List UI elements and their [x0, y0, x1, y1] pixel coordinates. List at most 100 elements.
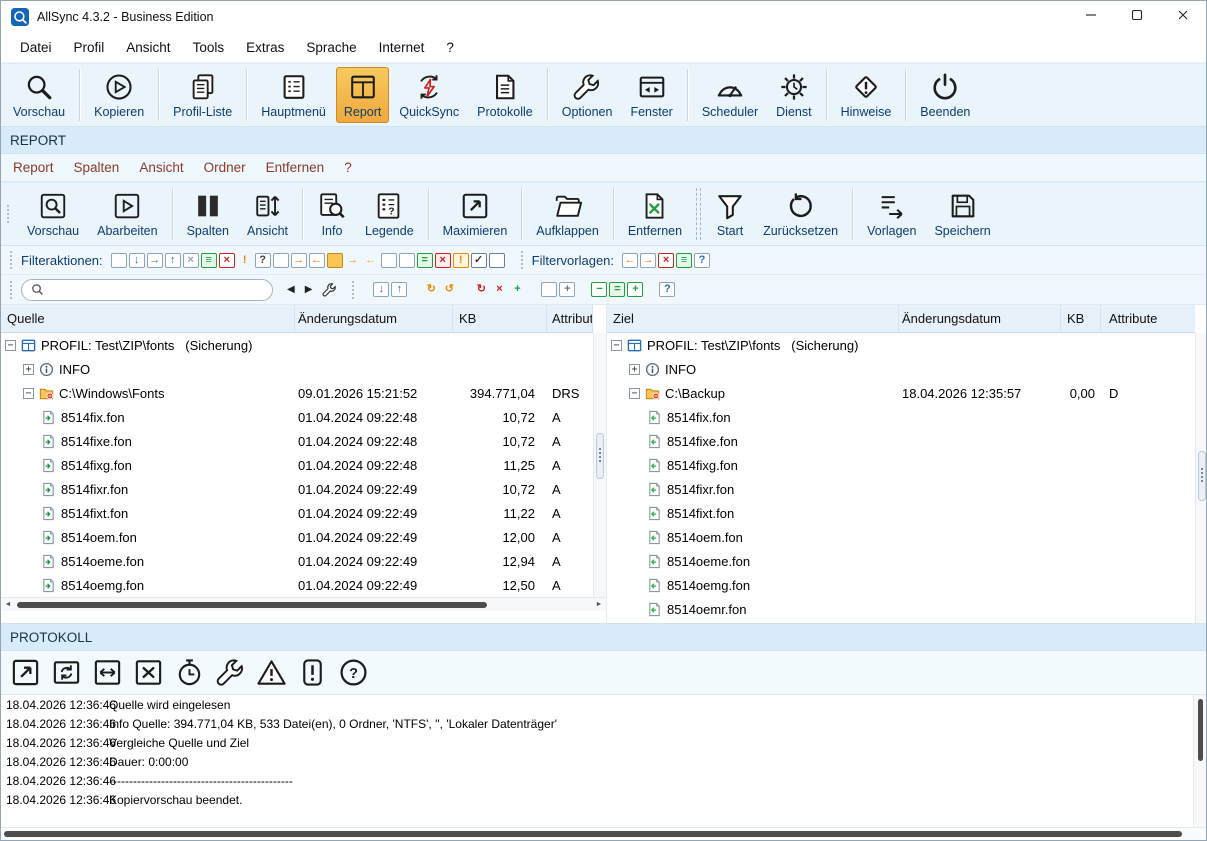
errors-button[interactable]: [297, 657, 328, 688]
frame-next-icon[interactable]: →: [291, 253, 307, 268]
tree-row[interactable]: 8514fixt.fon01.04.2024 09:22:4911,22A: [1, 501, 593, 525]
report-menu-item[interactable]: ?: [334, 156, 362, 179]
filter-warning-icon[interactable]: !: [237, 253, 253, 268]
abarbeiten-button[interactable]: Abarbeiten: [89, 186, 165, 242]
menu-item-sprache[interactable]: Sprache: [295, 36, 367, 59]
report-menu-ordner[interactable]: Ordner: [194, 156, 256, 179]
menu-item-extras[interactable]: Extras: [235, 36, 295, 59]
maximieren-button[interactable]: Maximieren: [435, 186, 516, 242]
report-menu-report[interactable]: Report: [3, 156, 64, 179]
template-excel-icon[interactable]: ≡: [676, 253, 692, 268]
arrow-revert-icon[interactable]: ←: [363, 253, 379, 268]
collapse-toggle[interactable]: −: [629, 388, 640, 399]
tree-row[interactable]: 8514oemg.fon01.04.2024 09:22:4912,50A: [1, 573, 593, 597]
maximize-button[interactable]: [1114, 1, 1160, 33]
hauptmenü-button[interactable]: Hauptmenü: [253, 67, 334, 123]
tree-row[interactable]: 8514fixr.fon: [607, 477, 1195, 501]
column-header-quelle[interactable]: Quelle: [1, 305, 295, 332]
source-horizontal-scrollbar[interactable]: ◄ ►: [1, 597, 606, 611]
menu-item-datei[interactable]: Datei: [9, 36, 63, 59]
frame-empty-icon[interactable]: [273, 253, 289, 268]
frame-outline-icon[interactable]: [381, 253, 397, 268]
tree-row[interactable]: 8514fixg.fon01.04.2024 09:22:4811,25A: [1, 453, 593, 477]
scrollbar-thumb[interactable]: [596, 433, 604, 479]
tree-row[interactable]: 8514oemr.fon: [607, 597, 1195, 621]
drag-grip[interactable]: [352, 281, 355, 299]
mark-error-icon[interactable]: ×: [491, 282, 507, 297]
equal-hide-icon[interactable]: −: [591, 282, 607, 297]
ansicht-button[interactable]: Ansicht: [239, 186, 296, 242]
tree-row[interactable]: +INFO: [1, 357, 593, 381]
entfernen-button[interactable]: Entfernen: [620, 186, 690, 242]
aufklappen-button[interactable]: Aufklappen: [528, 186, 607, 242]
report-menu-entfernen[interactable]: Entfernen: [256, 156, 335, 179]
column-header-attribute[interactable]: Attribute: [1101, 305, 1195, 332]
scroll-left-arrow-icon[interactable]: ◄: [1, 601, 15, 608]
template-load-icon[interactable]: ←: [622, 253, 638, 268]
source-vertical-scrollbar[interactable]: [593, 333, 606, 597]
report-button[interactable]: Report: [336, 67, 390, 123]
collapse-toggle[interactable]: −: [611, 340, 622, 351]
column-header-ziel[interactable]: Ziel: [607, 305, 899, 332]
minimize-button[interactable]: [1068, 1, 1114, 33]
switch-view-button[interactable]: [51, 657, 82, 688]
menu-item-item[interactable]: ?: [435, 36, 465, 59]
search-back-icon[interactable]: ◀: [282, 284, 300, 295]
tree-row[interactable]: 8514oem.fon: [607, 525, 1195, 549]
tree-row[interactable]: 8514fix.fon: [607, 405, 1195, 429]
mark-redo-icon[interactable]: ↻: [473, 282, 489, 297]
log-vertical-scrollbar[interactable]: [1193, 695, 1206, 827]
vorschau-button[interactable]: Vorschau: [5, 67, 73, 123]
column-header-änderungsdatum[interactable]: Änderungsdatum: [295, 305, 453, 332]
collapse-toggle[interactable]: −: [23, 388, 34, 399]
alert-orange-icon[interactable]: !: [453, 253, 469, 268]
quicksync-button[interactable]: QuickSync: [391, 67, 467, 123]
log-options-button[interactable]: [215, 657, 246, 688]
search-input[interactable]: [50, 283, 263, 297]
search-help-icon[interactable]: ?: [659, 282, 675, 297]
legende-button[interactable]: ?Legende: [357, 186, 422, 242]
drag-grip[interactable]: [10, 281, 13, 299]
menu-item-profil[interactable]: Profil: [63, 36, 116, 59]
mark-add-icon[interactable]: +: [509, 282, 525, 297]
close-button[interactable]: [1160, 1, 1206, 33]
tree-row[interactable]: 8514oemg.fon: [607, 573, 1195, 597]
jump-prev-icon[interactable]: ↺: [441, 282, 457, 297]
log-horizontal-scrollbar[interactable]: [1, 827, 1206, 840]
report-menu-spalten[interactable]: Spalten: [64, 156, 130, 179]
zurücksetzen-button[interactable]: Zurücksetzen: [755, 186, 846, 242]
search-box[interactable]: [21, 279, 273, 301]
equal-show-icon[interactable]: =: [609, 282, 625, 297]
dienst-button[interactable]: Dienst: [768, 67, 819, 123]
vorschau-button[interactable]: Vorschau: [19, 186, 87, 242]
filter-folder-icon[interactable]: [327, 253, 343, 268]
tree-row[interactable]: 8514fixe.fon: [607, 429, 1195, 453]
doc-single-icon[interactable]: [541, 282, 557, 297]
tree-row[interactable]: 8514fixe.fon01.04.2024 09:22:4810,72A: [1, 429, 593, 453]
column-header-attribute[interactable]: Attribute: [547, 305, 593, 332]
scroll-right-arrow-icon[interactable]: ►: [592, 601, 606, 608]
frame-prev-icon[interactable]: ←: [309, 253, 325, 268]
equal-copy-icon[interactable]: +: [627, 282, 643, 297]
menu-item-tools[interactable]: Tools: [182, 36, 236, 59]
checkbox-checked-icon[interactable]: ✓: [471, 253, 487, 268]
equals-green-icon[interactable]: =: [417, 253, 433, 268]
scrollbar-thumb[interactable]: [4, 831, 1182, 837]
filter-help-icon[interactable]: ?: [255, 253, 271, 268]
tree-row[interactable]: 8514oeme.fon01.04.2024 09:22:4912,94A: [1, 549, 593, 573]
tree-row[interactable]: 8514fix.fon01.04.2024 09:22:4810,72A: [1, 405, 593, 429]
clear-log-button[interactable]: [133, 657, 164, 688]
filter-up-icon[interactable]: ↑: [165, 253, 181, 268]
remove-red-icon[interactable]: ×: [435, 253, 451, 268]
beenden-button[interactable]: Beenden: [912, 67, 978, 123]
expand-toggle[interactable]: +: [23, 364, 34, 375]
profil-liste-button[interactable]: Profil-Liste: [165, 67, 240, 123]
new-filter-icon[interactable]: [111, 253, 127, 268]
checkbox-empty-icon[interactable]: [489, 253, 505, 268]
tree-row[interactable]: 8514fixr.fon01.04.2024 09:22:4910,72A: [1, 477, 593, 501]
search-options-icon[interactable]: [317, 282, 342, 297]
box-empty-icon[interactable]: [399, 253, 415, 268]
speichern-button[interactable]: Speichern: [926, 186, 998, 242]
scrollbar-thumb[interactable]: [17, 602, 487, 608]
spalten-button[interactable]: Spalten: [179, 186, 237, 242]
